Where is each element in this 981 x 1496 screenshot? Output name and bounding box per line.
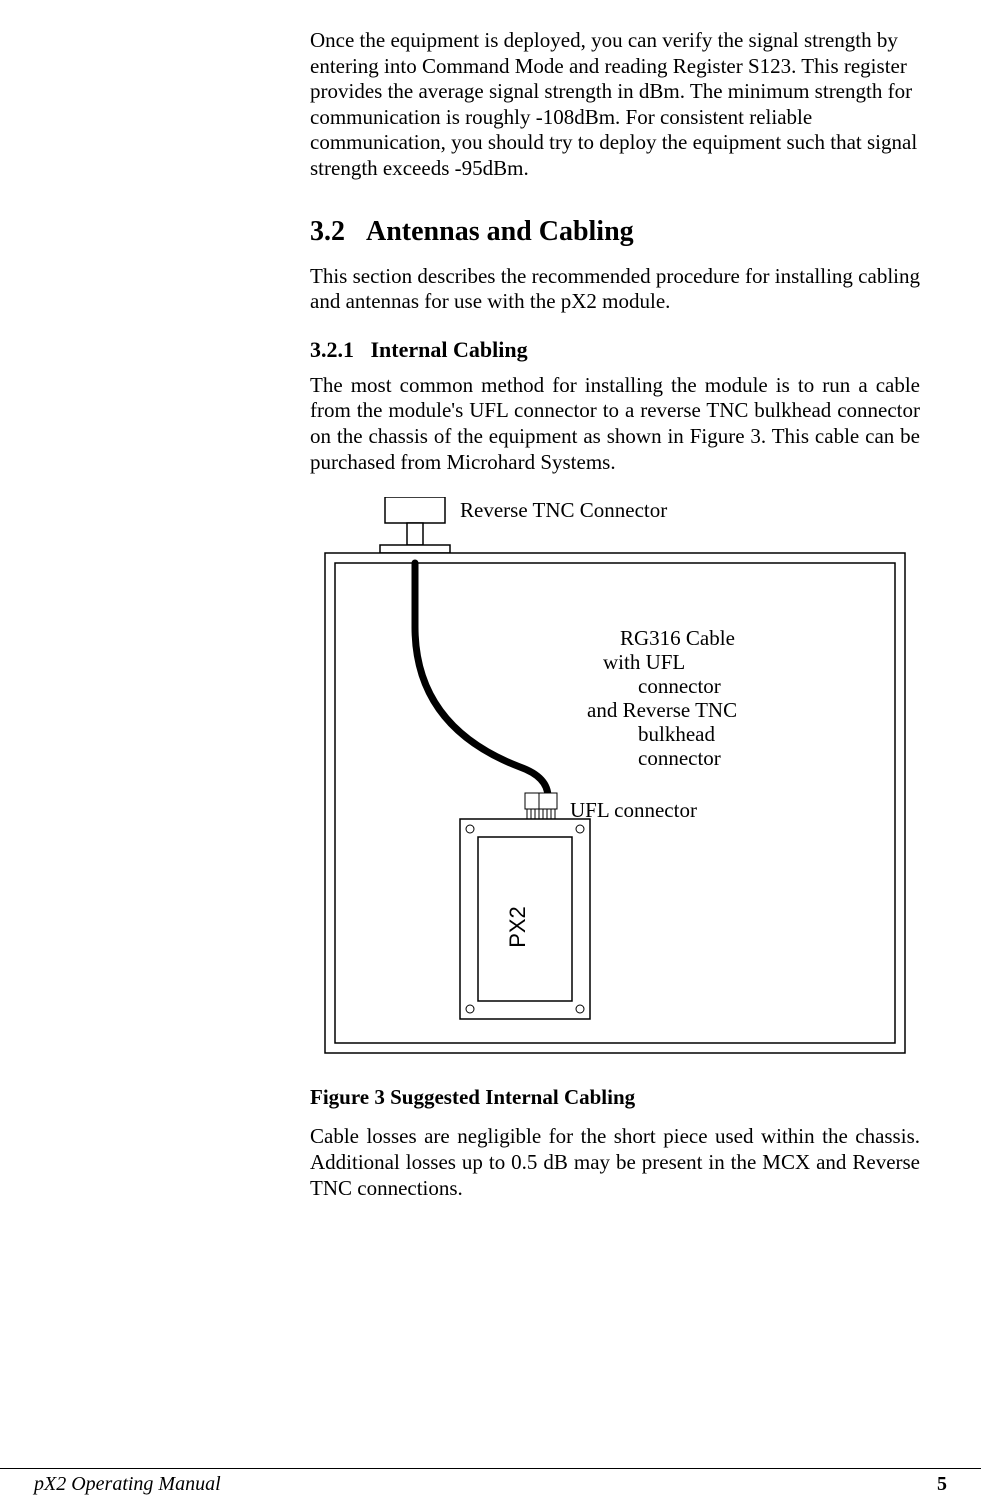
intro-paragraph: Once the equipment is deployed, you can … [310, 28, 920, 182]
cable-label-6: connector [638, 746, 721, 770]
tnc-stem [407, 523, 423, 545]
subsection-paragraph: The most common method for installing th… [310, 373, 920, 475]
cable-label-1: RG316 Cable [620, 626, 735, 650]
section-paragraph: This section describes the recommended p… [310, 264, 920, 315]
ufl-plug-left [525, 793, 539, 809]
footer-title: pX2 Operating Manual [34, 1473, 221, 1496]
figure-caption: Figure 3 Suggested Internal Cabling [310, 1085, 920, 1110]
footer: pX2 Operating Manual 5 [0, 1468, 981, 1473]
page: Once the equipment is deployed, you can … [0, 0, 981, 1495]
cable-label-4: and Reverse TNC [587, 698, 737, 722]
bulkhead-top [380, 545, 450, 553]
screw-hole [466, 1005, 474, 1013]
tnc-connector-rect [385, 497, 445, 523]
screw-hole [576, 1005, 584, 1013]
cable-label-5: bulkhead [638, 722, 715, 746]
module-label: PX2 [505, 907, 530, 949]
subsection-heading: 3.2.1 Internal Cabling [310, 337, 920, 363]
ufl-plug-right [539, 793, 557, 809]
subsection-title: Internal Cabling [371, 337, 528, 362]
section-number: 3.2 [310, 216, 345, 247]
screw-hole [576, 825, 584, 833]
figure-svg: Reverse TNC Connector [310, 497, 920, 1057]
figure-3: Reverse TNC Connector [310, 497, 920, 1057]
content-column: Once the equipment is deployed, you can … [310, 28, 920, 1223]
cable-label-3: connector [638, 674, 721, 698]
closing-paragraph: Cable losses are negligible for the shor… [310, 1124, 920, 1201]
tnc-label: Reverse TNC Connector [460, 498, 667, 522]
subsection-number: 3.2.1 [310, 337, 354, 362]
section-title: Antennas and Cabling [366, 216, 634, 247]
cable-label-2: with UFL [603, 650, 685, 674]
section-heading: 3.2 Antennas and Cabling [310, 216, 920, 248]
page-number: 5 [937, 1473, 947, 1496]
ufl-label: UFL connector [570, 798, 697, 822]
screw-hole [466, 825, 474, 833]
